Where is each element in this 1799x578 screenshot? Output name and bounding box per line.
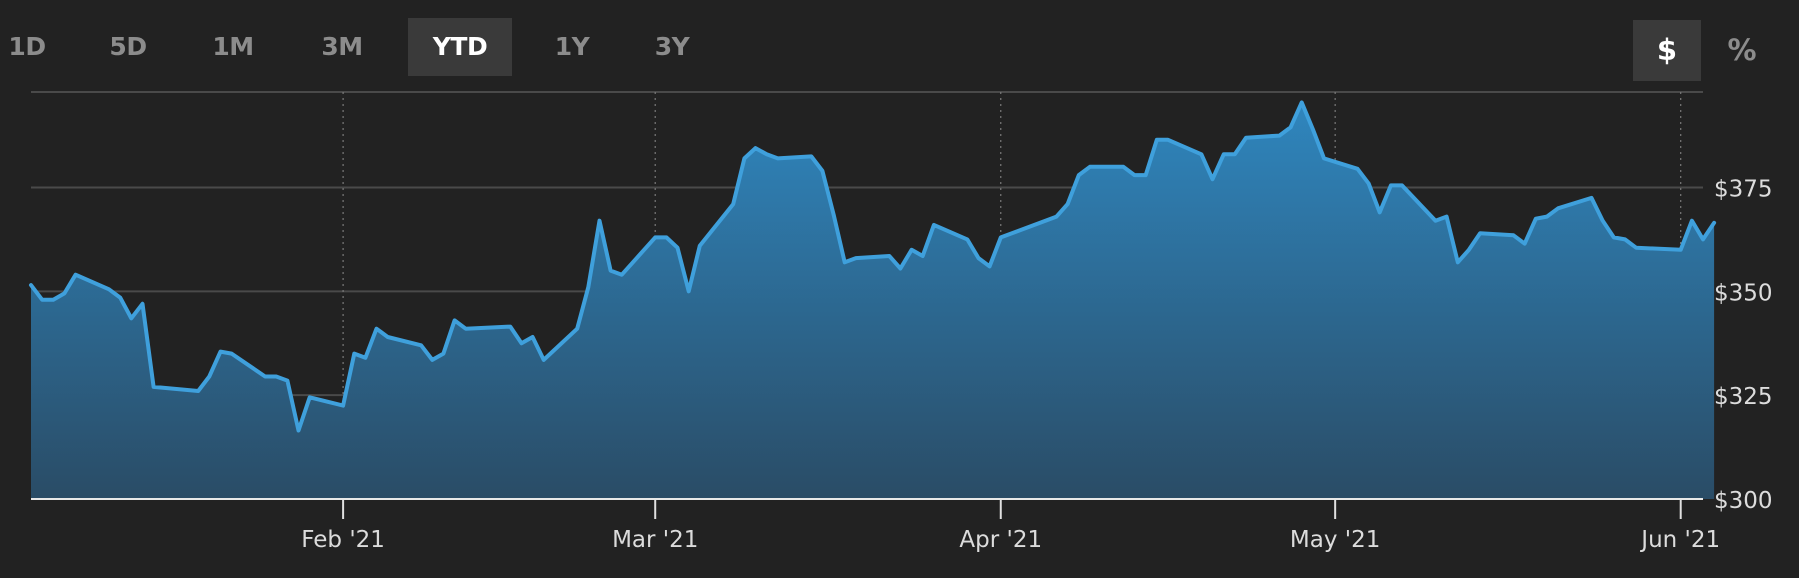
x-tick-label: Apr '21	[959, 527, 1042, 553]
y-tick-label: $325	[1714, 384, 1773, 410]
y-tick-label: $300	[1714, 488, 1773, 514]
y-tick-label: $350	[1714, 280, 1773, 306]
x-tick-label: Feb '21	[301, 527, 385, 553]
x-tick-label: Mar '21	[612, 527, 698, 553]
stock-chart-widget: 1D 5D 1M 3M YTD 1Y 3Y $ % $300 $325 $350 $3…	[0, 0, 1799, 578]
price-area-fill	[31, 102, 1715, 500]
x-tick-label: May '21	[1290, 527, 1380, 553]
y-tick-label: $375	[1714, 177, 1773, 203]
x-tick-label: Jun '21	[1639, 527, 1720, 553]
price-area-chart: $300 $325 $350 $375 Feb '21 Mar '21 Apr '21 May…	[29, 91, 1773, 553]
